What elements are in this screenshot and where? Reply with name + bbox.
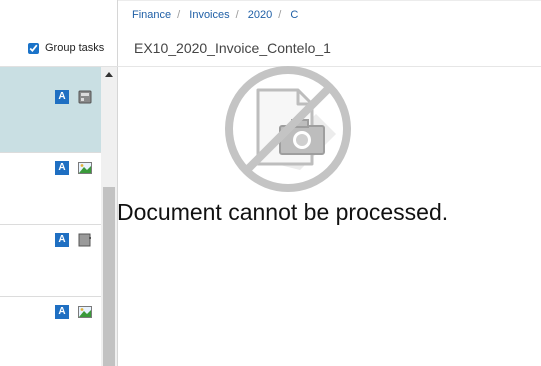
task-badge: A [55, 161, 69, 175]
image-icon [78, 162, 92, 174]
group-tasks-checkbox[interactable] [28, 42, 39, 54]
task-item-4[interactable]: A [0, 297, 101, 366]
task-list-panel: Group tasks A A A A [0, 0, 118, 366]
divider [118, 0, 541, 1]
breadcrumb-finance[interactable]: Finance [132, 9, 171, 21]
scroll-up-arrow-icon[interactable] [105, 72, 113, 77]
breadcrumb-c[interactable]: C [290, 9, 298, 21]
breadcrumb-separator: / [235, 9, 239, 21]
task-badge: A [55, 233, 69, 247]
task-item-1[interactable]: A [0, 67, 101, 153]
breadcrumb: Finance / Invoices / 2020 / C [132, 9, 298, 21]
no-document-icon [225, 66, 351, 192]
breadcrumb-invoices[interactable]: Invoices [189, 9, 229, 21]
group-tasks-label: Group tasks [45, 42, 105, 54]
document-page-icon [78, 90, 92, 104]
task-badge: A [55, 305, 69, 319]
document-page-icon [78, 233, 91, 247]
task-item-2[interactable]: A [0, 153, 101, 225]
task-list: A A A A [0, 67, 101, 366]
group-tasks-toggle[interactable]: Group tasks [28, 41, 104, 55]
scrollbar-thumb[interactable] [103, 187, 115, 366]
task-badge: A [55, 90, 69, 104]
breadcrumb-separator: / [177, 9, 181, 21]
breadcrumb-separator: / [278, 9, 282, 21]
task-list-scrollbar[interactable] [101, 67, 117, 366]
error-message: Document cannot be processed. [117, 199, 449, 225]
breadcrumb-2020[interactable]: 2020 [248, 9, 272, 21]
document-title: EX10_2020_Invoice_Contelo_1 [134, 40, 331, 56]
task-item-3[interactable]: A [0, 225, 101, 297]
image-icon [78, 306, 92, 318]
